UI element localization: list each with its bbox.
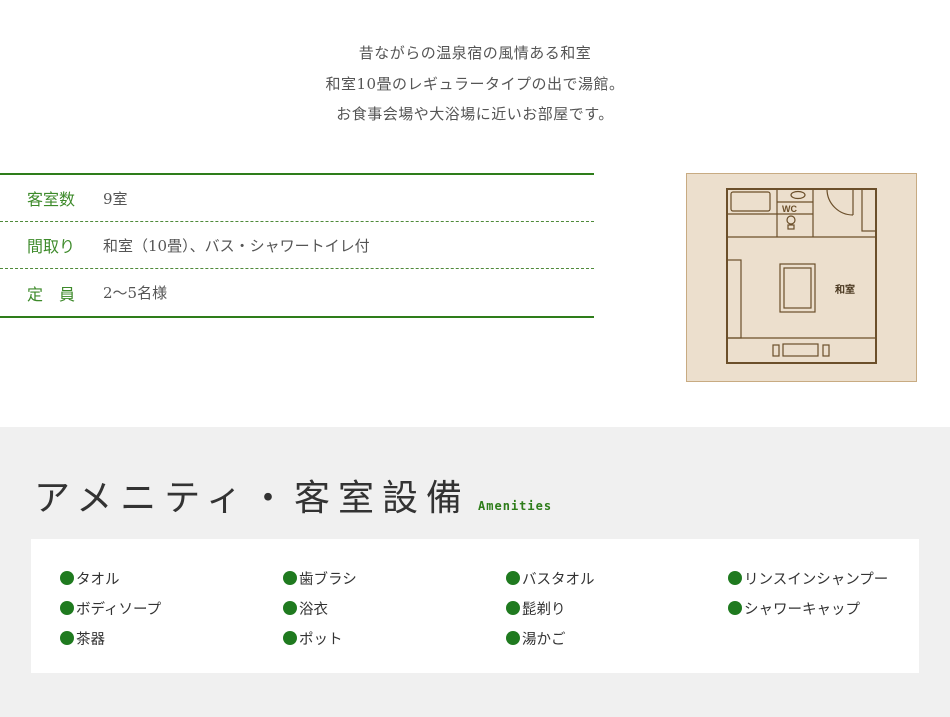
description-line: 和室10畳のレギュラータイプの出で湯館。 xyxy=(325,74,625,93)
amenities-list: タオル ボディソープ 茶器 歯ブラシ 浴衣 ポット バスタオル 髭剃り 湯かご … xyxy=(31,539,919,673)
amenities-heading: アメニティ・客室設備 Amenities xyxy=(34,469,552,521)
room-label: 和室 xyxy=(834,283,855,296)
list-item: 茶器 xyxy=(60,623,161,653)
amenity-column: 歯ブラシ 浴衣 ポット xyxy=(283,563,357,653)
bullet-dot-icon xyxy=(506,631,520,645)
spec-row-rooms: 客室数 9室 xyxy=(0,175,594,222)
spec-label: 客室数 xyxy=(27,190,76,209)
spec-label: 定 員 xyxy=(27,284,76,304)
amenity-column: リンスインシャンプー シャワーキャップ xyxy=(728,563,888,623)
list-item: バスタオル xyxy=(506,563,595,593)
bullet-dot-icon xyxy=(283,631,297,645)
bullet-dot-icon xyxy=(728,571,742,585)
bullet-dot-icon xyxy=(283,571,297,585)
list-item: 髭剃り xyxy=(506,593,595,623)
list-item: シャワーキャップ xyxy=(728,593,888,623)
amenity-column: バスタオル 髭剃り 湯かご xyxy=(506,563,595,653)
spec-row-layout: 間取り 和室（10畳）、バス・シャワートイレ付 xyxy=(0,222,594,269)
list-item: タオル xyxy=(60,563,161,593)
bullet-dot-icon xyxy=(506,601,520,615)
spec-label: 間取り xyxy=(27,237,76,256)
list-item: 歯ブラシ xyxy=(283,563,357,593)
description-line: お食事会場や大浴場に近いお部屋です。 xyxy=(336,105,614,123)
list-item: リンスインシャンプー xyxy=(728,563,888,593)
list-item: 湯かご xyxy=(506,623,595,653)
wc-label: WC xyxy=(782,204,797,214)
bullet-dot-icon xyxy=(60,631,74,645)
bullet-dot-icon xyxy=(60,571,74,585)
list-item: ポット xyxy=(283,623,357,653)
room-spec-table: 客室数 9室 間取り 和室（10畳）、バス・シャワートイレ付 定 員 2〜5名様 xyxy=(0,173,594,318)
description-line: 昔ながらの温泉宿の風情ある和室 xyxy=(358,44,592,62)
amenities-title: アメニティ・客室設備 xyxy=(34,478,471,519)
spec-row-capacity: 定 員 2〜5名様 xyxy=(0,269,594,316)
list-item: ボディソープ xyxy=(60,593,161,623)
bullet-dot-icon xyxy=(60,601,74,615)
spec-value: 2〜5名様 xyxy=(103,284,168,302)
bullet-dot-icon xyxy=(283,601,297,615)
amenities-subtitle: Amenities xyxy=(478,499,553,513)
floor-plan-drawing: WC 和室 xyxy=(726,188,877,364)
room-description: 昔ながらの温泉宿の風情ある和室 和室10畳のレギュラータイプの出で湯館。 お食事… xyxy=(0,38,950,130)
floor-plan-image: WC 和室 xyxy=(686,173,917,382)
bullet-dot-icon xyxy=(728,601,742,615)
amenity-column: タオル ボディソープ 茶器 xyxy=(60,563,161,653)
amenities-section: アメニティ・客室設備 Amenities タオル ボディソープ 茶器 歯ブラシ … xyxy=(0,427,950,717)
spec-value: 和室（10畳）、バス・シャワートイレ付 xyxy=(103,236,370,255)
bullet-dot-icon xyxy=(506,571,520,585)
spec-value: 9室 xyxy=(103,189,128,208)
list-item: 浴衣 xyxy=(283,593,357,623)
